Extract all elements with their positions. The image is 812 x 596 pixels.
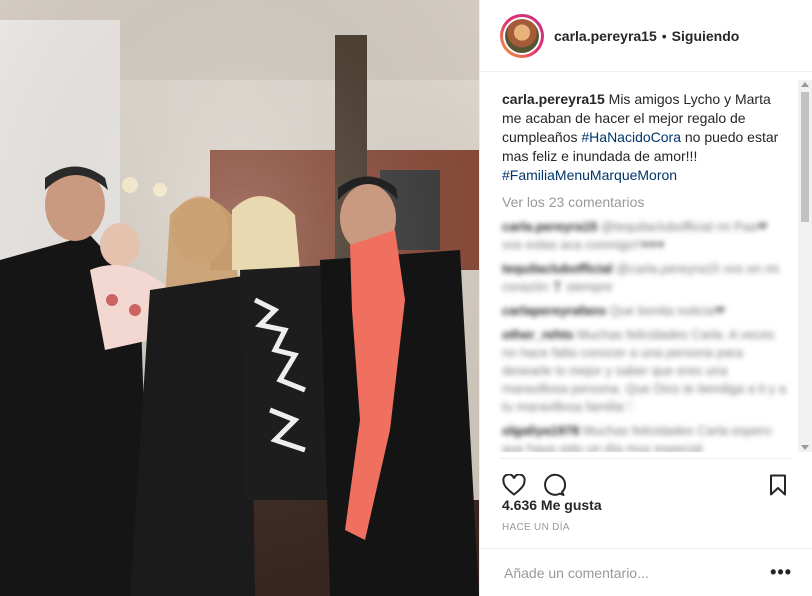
hashtag-link[interactable]: #HaNacidoCora — [581, 129, 681, 145]
post-photo[interactable] — [0, 0, 479, 596]
post-timestamp[interactable]: HACE UN DÍA — [502, 522, 570, 533]
comment-username[interactable]: olgaliya1978 — [502, 423, 579, 438]
separator-dot: • — [661, 27, 667, 44]
comment-username[interactable]: tequilaclubofficial — [502, 261, 613, 276]
comment-item: carla.pereyra15 @tequilaclubofficial mi … — [502, 218, 791, 254]
avatar-ring — [503, 16, 541, 55]
avatar-image — [505, 18, 539, 53]
comments-area: carla.pereyra15 Mis amigos Lycho y Marta… — [480, 72, 812, 452]
bookmark-icon[interactable] — [764, 471, 792, 499]
avatar[interactable] — [500, 13, 544, 58]
scroll-down-arrow-icon[interactable] — [801, 445, 809, 450]
more-options-icon[interactable]: ••• — [770, 562, 792, 583]
comment-icon[interactable] — [540, 471, 568, 499]
comment-username[interactable]: carla.pereyra15 — [502, 219, 597, 234]
caption-username[interactable]: carla.pereyra15 — [502, 91, 605, 107]
header-username[interactable]: carla.pereyra15 — [554, 28, 657, 44]
comments-scrollbar[interactable] — [798, 80, 812, 452]
post-photo-graphic — [0, 0, 479, 596]
add-comment-input[interactable] — [502, 563, 771, 582]
comment-username[interactable]: other_rehts — [502, 327, 574, 342]
view-all-comments-link[interactable]: Ver los 23 comentarios — [502, 193, 791, 212]
hashtag-link[interactable]: #FamiliaMenuMarqueMoron — [502, 167, 677, 183]
comment-item: tequilaclubofficial @carla.pereyra15 vos… — [502, 260, 791, 296]
add-comment-bar: ••• — [479, 548, 812, 596]
caption: carla.pereyra15 Mis amigos Lycho y Marta… — [502, 90, 791, 185]
comment-text: Que bonita noticia❤ — [609, 303, 726, 318]
comment-username[interactable]: carlapereyrafans — [502, 303, 606, 318]
comment-item: olgaliya1978 Muchas felicidades Carla es… — [502, 422, 791, 452]
scrollbar-thumb[interactable] — [801, 92, 809, 222]
follow-button[interactable]: Siguiendo — [672, 28, 740, 44]
comment-item: other_rehts Muchas felicidades Carla. A … — [502, 326, 791, 416]
scroll-up-arrow-icon[interactable] — [801, 82, 809, 87]
heart-icon[interactable] — [500, 471, 528, 499]
post-header: carla.pereyra15 • Siguiendo — [480, 0, 812, 72]
comment-item: carlapereyrafans Que bonita noticia❤ — [502, 302, 791, 320]
likes-count[interactable]: 4.636 Me gusta — [502, 497, 602, 513]
